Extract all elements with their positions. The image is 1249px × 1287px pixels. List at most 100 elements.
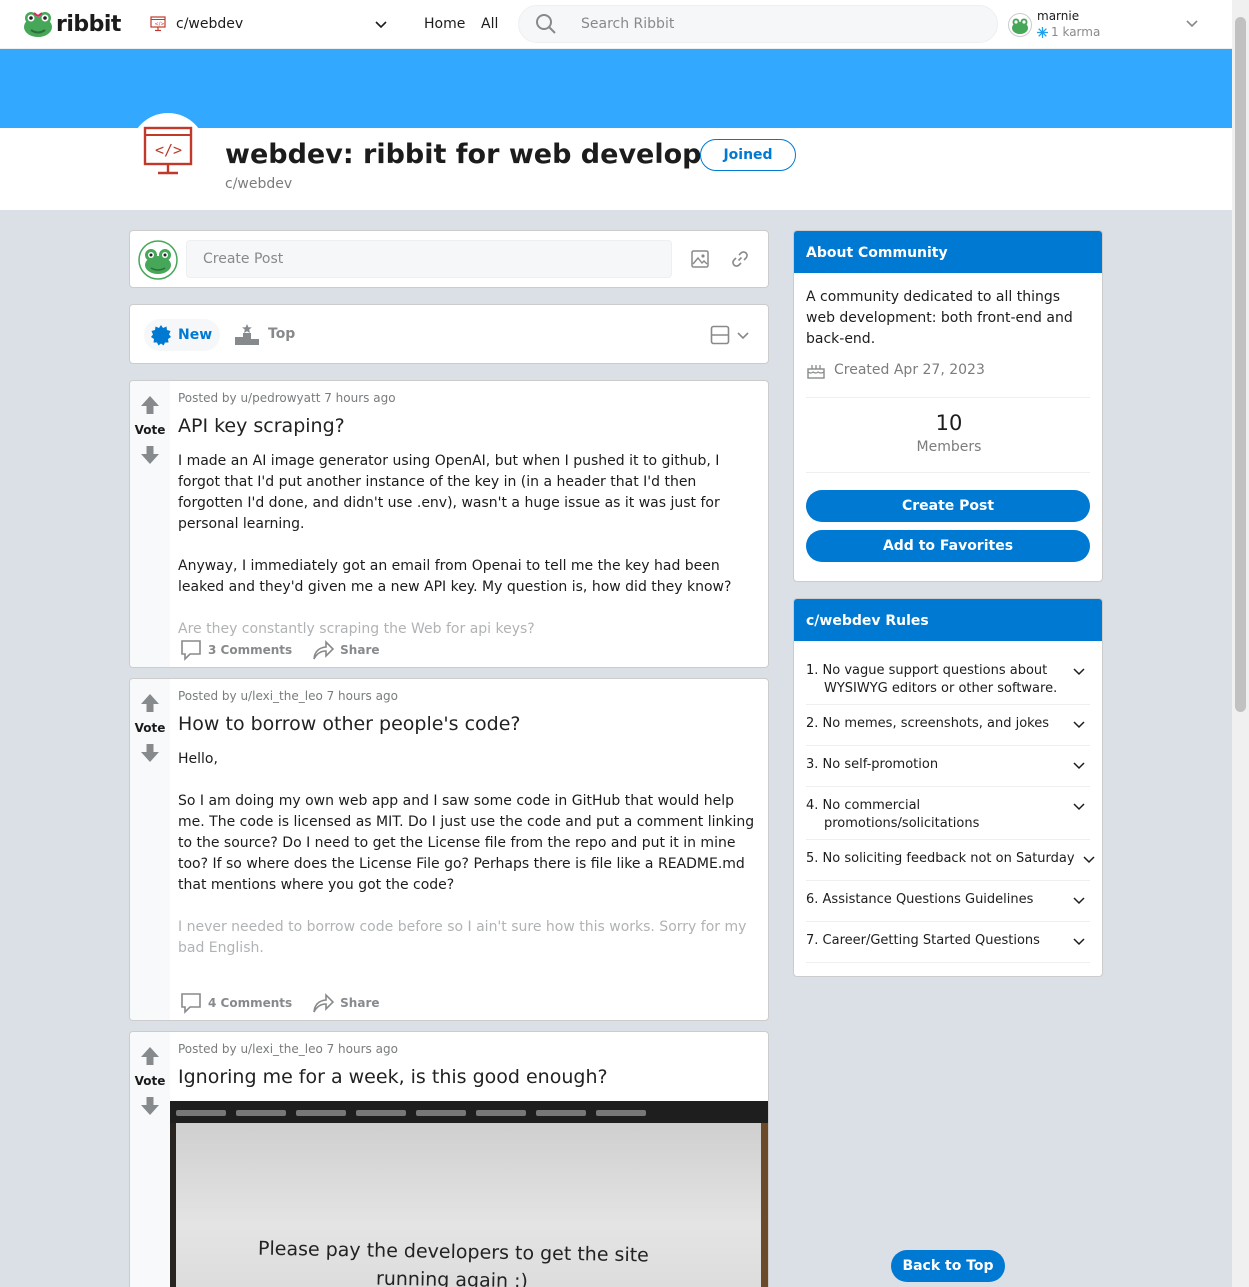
rule-item[interactable]: 2. No memes, screenshots, and jokes xyxy=(806,715,1090,733)
podium-icon xyxy=(235,324,259,345)
comment-icon xyxy=(181,993,201,1014)
create-post-input[interactable]: Create Post xyxy=(186,240,672,278)
divider xyxy=(806,880,1090,881)
upvote-icon[interactable] xyxy=(140,1046,160,1066)
sort-new-label: New xyxy=(178,327,213,343)
comments-count: 3 Comments xyxy=(208,643,293,657)
rules-card: c/webdev Rules 1. No vague support quest… xyxy=(793,598,1103,977)
divider xyxy=(806,745,1090,746)
vote-column: Vote xyxy=(130,381,170,667)
rule-item[interactable]: 6. Assistance Questions Guidelines xyxy=(806,891,1090,909)
rule-text: 7. Career/Getting Started Questions xyxy=(806,933,1040,948)
chevron-down-icon xyxy=(1073,938,1085,946)
card-layout-icon xyxy=(710,325,730,345)
rule-text: 5. No soliciting feedback not on Saturda… xyxy=(806,851,1075,866)
chevron-down-icon xyxy=(1073,721,1085,729)
create-post-button[interactable]: Create Post xyxy=(806,490,1090,522)
layout-selector[interactable] xyxy=(710,325,750,345)
community-title: webdev: ribbit for web developers xyxy=(225,139,750,170)
community-code-icon: </> xyxy=(150,16,166,32)
share-button[interactable]: Share xyxy=(312,639,380,661)
rule-item[interactable]: 4. No commercial promotions/solicitation… xyxy=(806,797,1090,833)
avatar xyxy=(1008,13,1032,37)
post-body: Hello, So I am doing my own web app and … xyxy=(178,749,760,980)
chevron-down-icon xyxy=(737,332,749,340)
upvote-icon[interactable] xyxy=(140,693,160,713)
members-count: 10 xyxy=(935,411,963,435)
downvote-icon[interactable] xyxy=(140,1096,160,1116)
burst-icon xyxy=(151,325,171,346)
post-paragraph: So I am doing my own web app and I saw s… xyxy=(178,793,755,893)
user-menu[interactable]: marnie 1 karma xyxy=(1008,9,1208,41)
post-paragraph: Hello, xyxy=(178,751,218,767)
rule-text: 6. Assistance Questions Guidelines xyxy=(806,892,1034,907)
search-bar[interactable]: Search Ribbit xyxy=(518,5,998,43)
community-code-icon: </> xyxy=(143,126,193,175)
svg-text:</>: </> xyxy=(155,22,165,28)
sort-new-button[interactable]: New xyxy=(144,319,221,351)
share-button[interactable]: Share xyxy=(312,992,380,1014)
chevron-down-icon xyxy=(1073,762,1085,770)
share-icon xyxy=(313,993,335,1013)
created-date: Created Apr 27, 2023 xyxy=(806,360,985,380)
downvote-icon[interactable] xyxy=(140,743,160,763)
cake-icon xyxy=(807,365,825,379)
search-input[interactable]: Search Ribbit xyxy=(581,16,674,32)
scrollbar-thumb[interactable] xyxy=(1235,17,1246,712)
post-title[interactable]: Ignoring me for a week, is this good eno… xyxy=(178,1066,608,1088)
post-meta: Posted by u/pedrowyatt 7 hours ago xyxy=(178,391,396,405)
nav-all-link[interactable]: All xyxy=(481,16,498,32)
current-community-label: c/webdev xyxy=(176,16,244,32)
link-icon[interactable] xyxy=(730,249,750,269)
rule-item[interactable]: 7. Career/Getting Started Questions xyxy=(806,932,1090,950)
page-scrollbar[interactable] xyxy=(1232,0,1249,1287)
ribbit-logo[interactable]: ribbit xyxy=(22,10,121,38)
browser-tabs-photo xyxy=(170,1101,768,1123)
rule-item[interactable]: 3. No self-promotion xyxy=(806,756,1090,774)
joined-button[interactable]: Joined xyxy=(700,139,796,171)
post-image[interactable]: Please pay the developers to get the sit… xyxy=(170,1101,768,1287)
chevron-down-icon xyxy=(1073,803,1085,811)
post-card[interactable]: Vote Posted by u/lexi_the_leo 7 hours ag… xyxy=(129,678,769,1021)
community-avatar: </> xyxy=(130,113,206,189)
share-label: Share xyxy=(340,996,380,1010)
divider xyxy=(806,786,1090,787)
add-to-favorites-button[interactable]: Add to Favorites xyxy=(806,530,1090,562)
post-card[interactable]: Vote Posted by u/lexi_the_leo 7 hours ag… xyxy=(129,1031,769,1287)
sort-top-button[interactable]: Top xyxy=(234,323,295,345)
image-text: Please pay the developers to get the sit… xyxy=(257,1237,650,1267)
rule-item[interactable]: 1. No vague support questions about WYSI… xyxy=(806,662,1090,698)
brand-name: ribbit xyxy=(56,11,121,37)
post-meta: Posted by u/lexi_the_leo 7 hours ago xyxy=(178,1042,398,1056)
rule-text: 3. No self-promotion xyxy=(806,757,939,772)
divider xyxy=(806,921,1090,922)
rule-item[interactable]: 5. No soliciting feedback not on Saturda… xyxy=(806,850,1095,868)
comments-button[interactable]: 4 Comments xyxy=(180,992,292,1014)
downvote-icon[interactable] xyxy=(140,445,160,465)
user-karma: 1 karma xyxy=(1037,25,1100,39)
post-title[interactable]: How to borrow other people's code? xyxy=(178,713,521,735)
created-date-text: Created Apr 27, 2023 xyxy=(834,362,985,378)
nav-home-link[interactable]: Home xyxy=(424,16,465,32)
comments-button[interactable]: 3 Comments xyxy=(180,639,292,661)
rules-header: c/webdev Rules xyxy=(794,599,1102,641)
divider xyxy=(806,962,1090,963)
members-label: Members xyxy=(916,439,982,455)
post-title[interactable]: API key scraping? xyxy=(178,415,345,437)
chevron-down-icon xyxy=(1186,20,1198,28)
share-icon xyxy=(313,640,335,660)
post-card[interactable]: Vote Posted by u/pedrowyatt 7 hours ago … xyxy=(129,380,769,668)
about-community-header: About Community xyxy=(794,231,1102,273)
community-switcher[interactable]: </> c/webdev xyxy=(150,9,395,39)
upvote-icon[interactable] xyxy=(140,395,160,415)
vote-column: Vote xyxy=(130,679,170,1020)
post-actions: 4 Comments Share xyxy=(180,992,380,1014)
sort-bar: New Top xyxy=(129,304,769,364)
image-icon[interactable] xyxy=(690,249,710,269)
about-community-card: About Community A community dedicated to… xyxy=(793,230,1103,582)
create-post-placeholder: Create Post xyxy=(203,251,284,267)
search-icon xyxy=(536,14,556,34)
back-to-top-button[interactable]: Back to Top xyxy=(891,1250,1005,1282)
divider xyxy=(806,704,1090,705)
vote-label: Vote xyxy=(134,1074,166,1088)
